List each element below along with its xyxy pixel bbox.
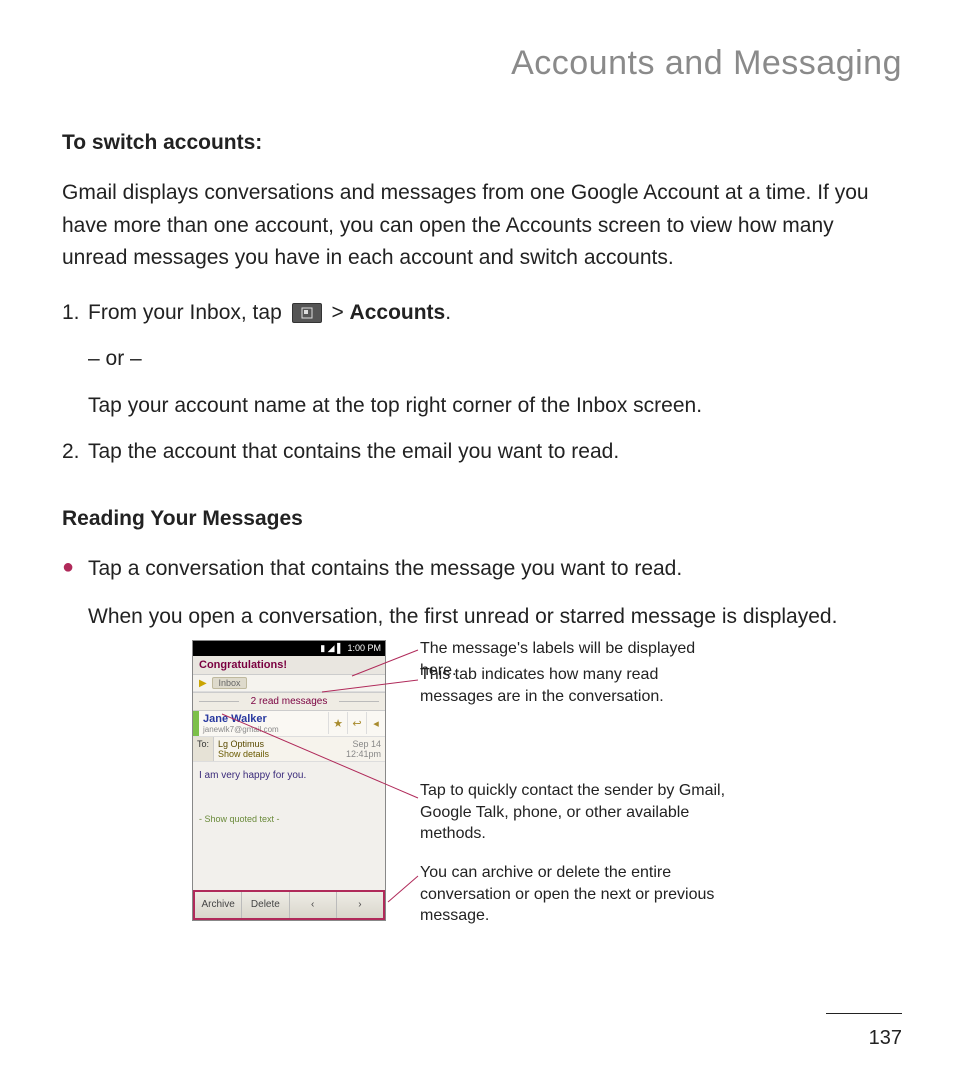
message-body: I am very happy for you. [193,762,385,814]
spacer [193,834,385,890]
step1-alt: Tap your account name at the top right c… [88,390,902,423]
step2-text: Tap the account that contains the email … [88,436,902,469]
next-button[interactable]: › [337,892,383,918]
step1-text-pre: From your Inbox, tap [88,301,288,324]
show-quoted-link[interactable]: - Show quoted text - [193,814,385,834]
signal-icon: ▮ ◢ ▌ [320,643,343,654]
annotation-archive-delete: You can archive or delete the entire con… [420,862,730,927]
bullet-text: Tap a conversation that contains the mes… [88,553,682,586]
archive-button[interactable]: Archive [195,892,242,918]
bullet-followup: When you open a conversation, the first … [88,601,902,634]
step1-or: – or – [88,343,902,376]
reply-icon[interactable]: ↩ [347,712,366,734]
step-1: 1. From your Inbox, tap > Accounts. – or… [62,297,902,433]
labels-row: ▶ Inbox [193,675,385,692]
screenshot-phone: ▮ ◢ ▌ 1:00 PM Congratulations! ▶ Inbox 2… [192,640,386,940]
message-date: Sep 14 [352,739,381,749]
step-2: 2. Tap the account that contains the ema… [62,436,902,469]
step1-accounts-label: Accounts [350,301,446,324]
label-arrow-icon: ▶ [199,678,207,689]
to-row: To: Lg Optimus Show details Sep 14 12:41… [193,737,385,762]
bullet-icon: ● [62,553,88,586]
star-icon[interactable]: ★ [328,712,347,734]
message-text: I am very happy for you. [199,770,379,781]
sender-email: janewlk7@gmail.com [203,725,324,734]
step-number: 2. [62,436,88,469]
email-subject: Congratulations! [193,656,385,675]
step1-period: . [445,301,451,324]
show-details-link[interactable]: Show details [218,749,269,759]
to-label: To: [193,737,214,761]
step-number: 1. [62,297,88,433]
more-icon[interactable]: ◂ [366,712,385,734]
message-header[interactable]: Jane Walker janewlk7@gmail.com ★ ↩ ◂ [193,711,385,737]
chapter-title: Accounts and Messaging [62,44,902,83]
section1-paragraph: Gmail displays conversations and message… [62,177,902,275]
bullet-item: ● Tap a conversation that contains the m… [62,553,902,586]
section-heading-reading-messages: Reading Your Messages [62,507,902,531]
prev-button[interactable]: ‹ [290,892,337,918]
section-heading-switch-accounts: To switch accounts: [62,131,902,155]
read-messages-bar[interactable]: 2 read messages [193,692,385,711]
status-bar: ▮ ◢ ▌ 1:00 PM [193,641,385,656]
annotation-contact-sender: Tap to quickly contact the sender by Gma… [420,780,730,845]
inbox-label: Inbox [212,677,246,689]
menu-icon [292,303,322,323]
to-value: Lg Optimus [218,739,264,749]
page-number: 137 [869,1027,902,1050]
delete-button[interactable]: Delete [242,892,289,918]
bottom-toolbar: Archive Delete ‹ › [193,890,385,920]
step1-separator: > [331,301,349,324]
status-time: 1:00 PM [347,643,381,653]
annotation-read-tab: This tab indicates how many read message… [420,664,730,707]
message-time: 12:41pm [346,749,381,759]
sender-name: Jane Walker [203,713,324,725]
